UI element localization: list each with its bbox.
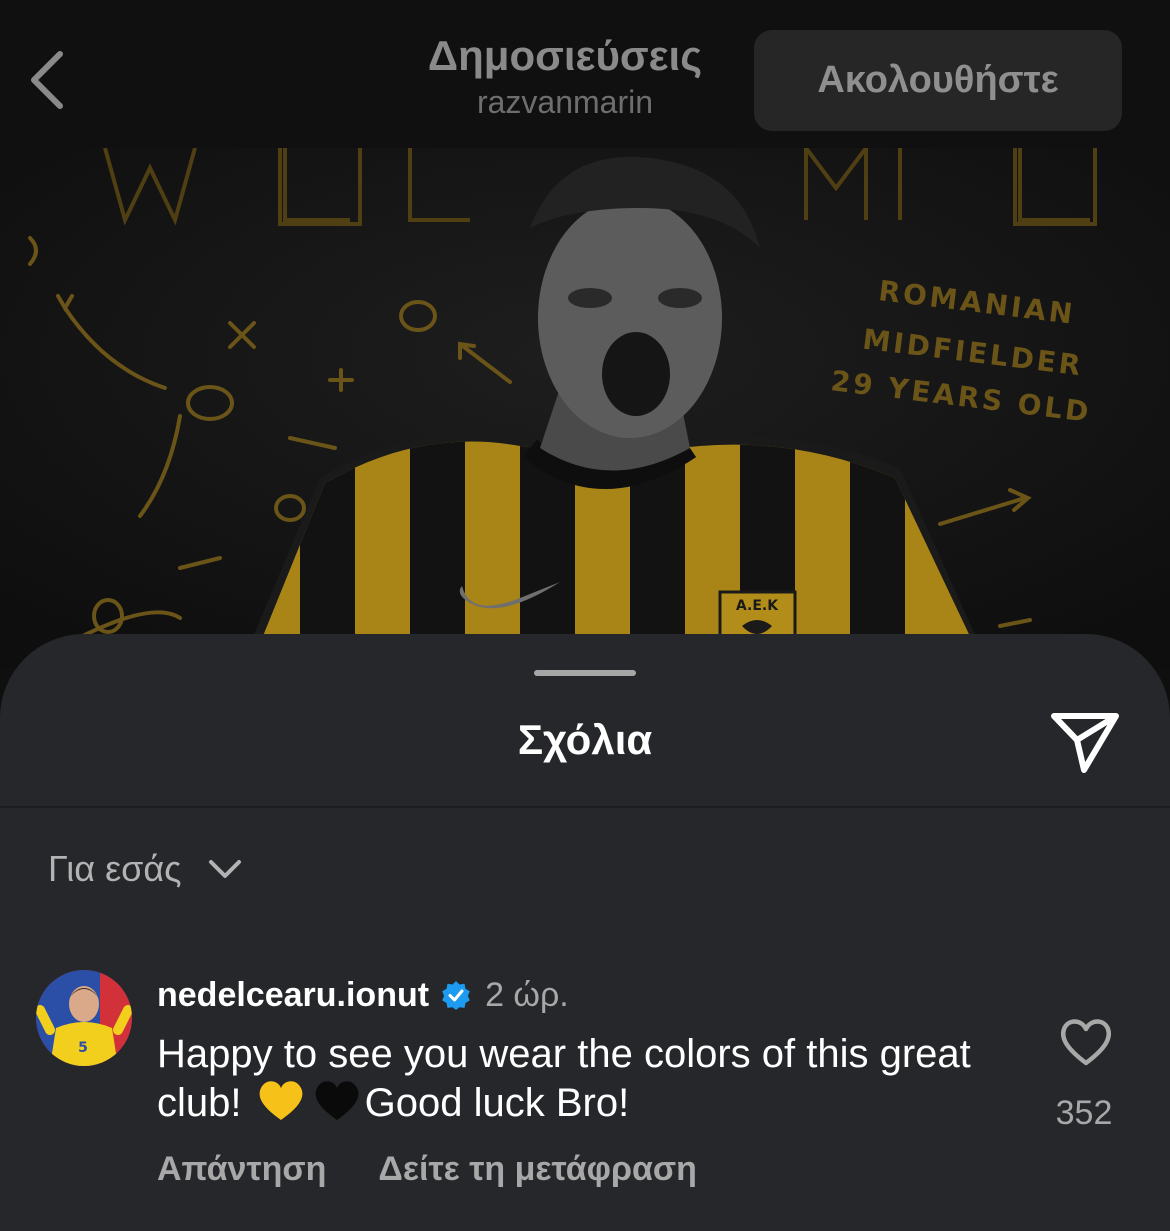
sort-label: Για εσάς	[48, 848, 182, 889]
comments-sheet: Σχόλια Για εσάς 5 nedelcearu.ionut 2 ώρ.	[0, 634, 1170, 1231]
follow-button[interactable]: Ακολουθήστε	[754, 30, 1122, 131]
comment-text-part2: Good luck Bro!	[364, 1081, 630, 1125]
comment-time: 2 ώρ.	[485, 975, 569, 1014]
comment-text: Happy to see you wear the colors of this…	[157, 1030, 977, 1127]
reply-button[interactable]: Απάντηση	[157, 1150, 326, 1189]
page-title: Δημοσιεύσεις	[427, 32, 703, 79]
share-send-icon[interactable]	[1050, 710, 1122, 774]
chevron-down-icon	[208, 860, 241, 878]
crest-text: A.E.K	[736, 598, 779, 614]
comment-actions: Απάντηση Δείτε τη μετάφραση	[157, 1150, 697, 1189]
post-image[interactable]: A.E.K ROMANIAN MIDFIELDER 29 YEARS OLD	[0, 148, 1170, 668]
see-translation-button[interactable]: Δείτε τη μετάφραση	[378, 1150, 697, 1189]
like-heart-icon[interactable]	[1058, 1014, 1114, 1070]
black-heart-icon	[315, 1081, 359, 1120]
yellow-heart-icon	[259, 1081, 303, 1120]
comment-username[interactable]: nedelcearu.ionut	[157, 976, 429, 1015]
sheet-drag-handle[interactable]	[534, 670, 636, 676]
comment-header: nedelcearu.ionut 2 ώρ.	[157, 974, 569, 1016]
verified-badge-icon	[442, 981, 470, 1010]
avatar[interactable]: 5	[36, 970, 132, 1066]
top-bar: Δημοσιεύσεις razvanmarin Ακολουθήστε	[0, 0, 1170, 148]
svg-text:5: 5	[78, 1040, 88, 1056]
sheet-title: Σχόλια	[517, 716, 653, 763]
sheet-divider	[0, 806, 1170, 808]
header-username[interactable]: razvanmarin	[360, 82, 770, 122]
back-chevron-icon[interactable]	[24, 48, 72, 112]
header-titles: Δημοσιεύσεις razvanmarin	[360, 30, 770, 122]
like-count: 352	[1055, 1094, 1113, 1132]
sort-dropdown[interactable]: Για εσάς	[48, 848, 242, 890]
